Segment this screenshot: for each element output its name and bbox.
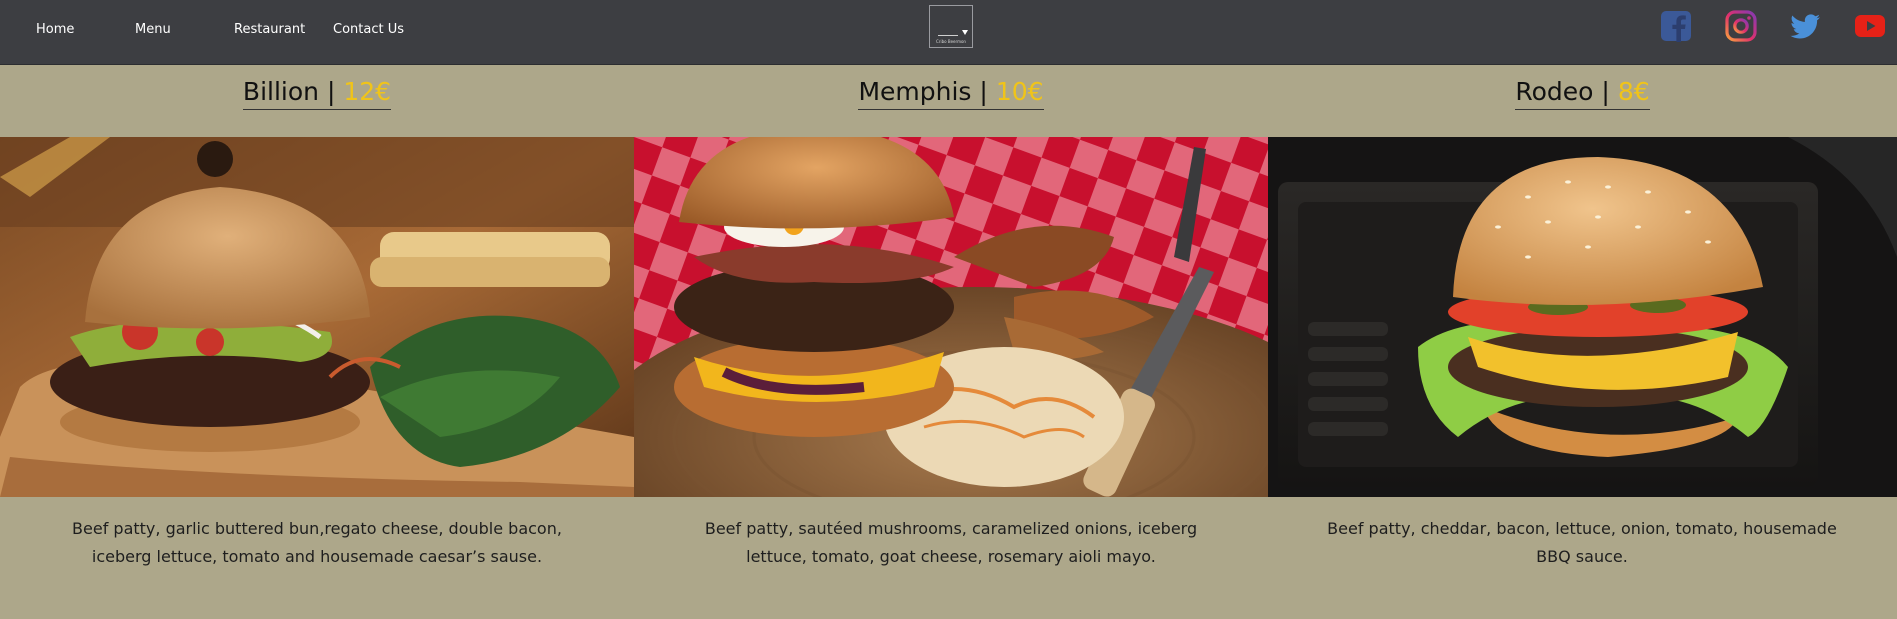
menu-item-memphis: Memphis | 10€ Beef patty, sautéed mushro… <box>634 65 1268 619</box>
nav-link-home[interactable]: Home <box>36 22 74 37</box>
menu-item-title: Rodeo | 8€ <box>1268 77 1897 110</box>
menu-item-price: 12€ <box>343 77 392 106</box>
separator: | <box>326 77 336 106</box>
menu-item-title: Memphis | 10€ <box>634 77 1268 110</box>
menu-item-name: Memphis <box>858 77 972 106</box>
nav-link-contact-us[interactable]: Contact Us <box>333 22 404 37</box>
logo-triangle <box>962 30 968 35</box>
nav-link-restaurant[interactable]: Restaurant <box>234 22 305 37</box>
menu-item-title: Billion | 12€ <box>0 77 634 110</box>
youtube-icon[interactable] <box>1854 10 1886 42</box>
nav-link-menu[interactable]: Menu <box>135 22 171 37</box>
menu-item-name: Rodeo <box>1515 77 1594 106</box>
rodeo-burger-photo <box>1268 137 1897 497</box>
menu-item-rodeo: Rodeo | 8€ Beef patty, cheddar, bacon, l… <box>1268 65 1897 619</box>
menu-item-price: 10€ <box>995 77 1044 106</box>
separator: | <box>1601 77 1610 106</box>
menu-item-description: Beef patty, garlic buttered bun,regato c… <box>72 519 562 566</box>
memphis-burger-photo <box>634 137 1268 497</box>
logo-line <box>938 35 958 36</box>
menu-item-price: 8€ <box>1617 77 1650 106</box>
menu-item-name: Billion <box>242 77 319 106</box>
site-logo[interactable]: Cribo Beermon <box>929 5 973 48</box>
instagram-icon[interactable] <box>1725 10 1757 42</box>
separator: | <box>979 77 988 106</box>
facebook-icon[interactable] <box>1660 10 1692 42</box>
billion-burger-photo <box>0 137 634 497</box>
twitter-icon[interactable] <box>1789 10 1821 42</box>
menu-item-description: Beef patty, sautéed mushrooms, carameliz… <box>704 519 1198 566</box>
top-nav-bar: Home Menu Restaurant Contact Us Cribo Be… <box>0 0 1897 65</box>
logo-text: Cribo Beermon <box>936 39 966 44</box>
menu-item-billion: Billion | 12€ Beef patty, garlic buttere… <box>0 65 634 619</box>
menu-item-description: Beef patty, cheddar, bacon, lettuce, oni… <box>1327 519 1837 566</box>
